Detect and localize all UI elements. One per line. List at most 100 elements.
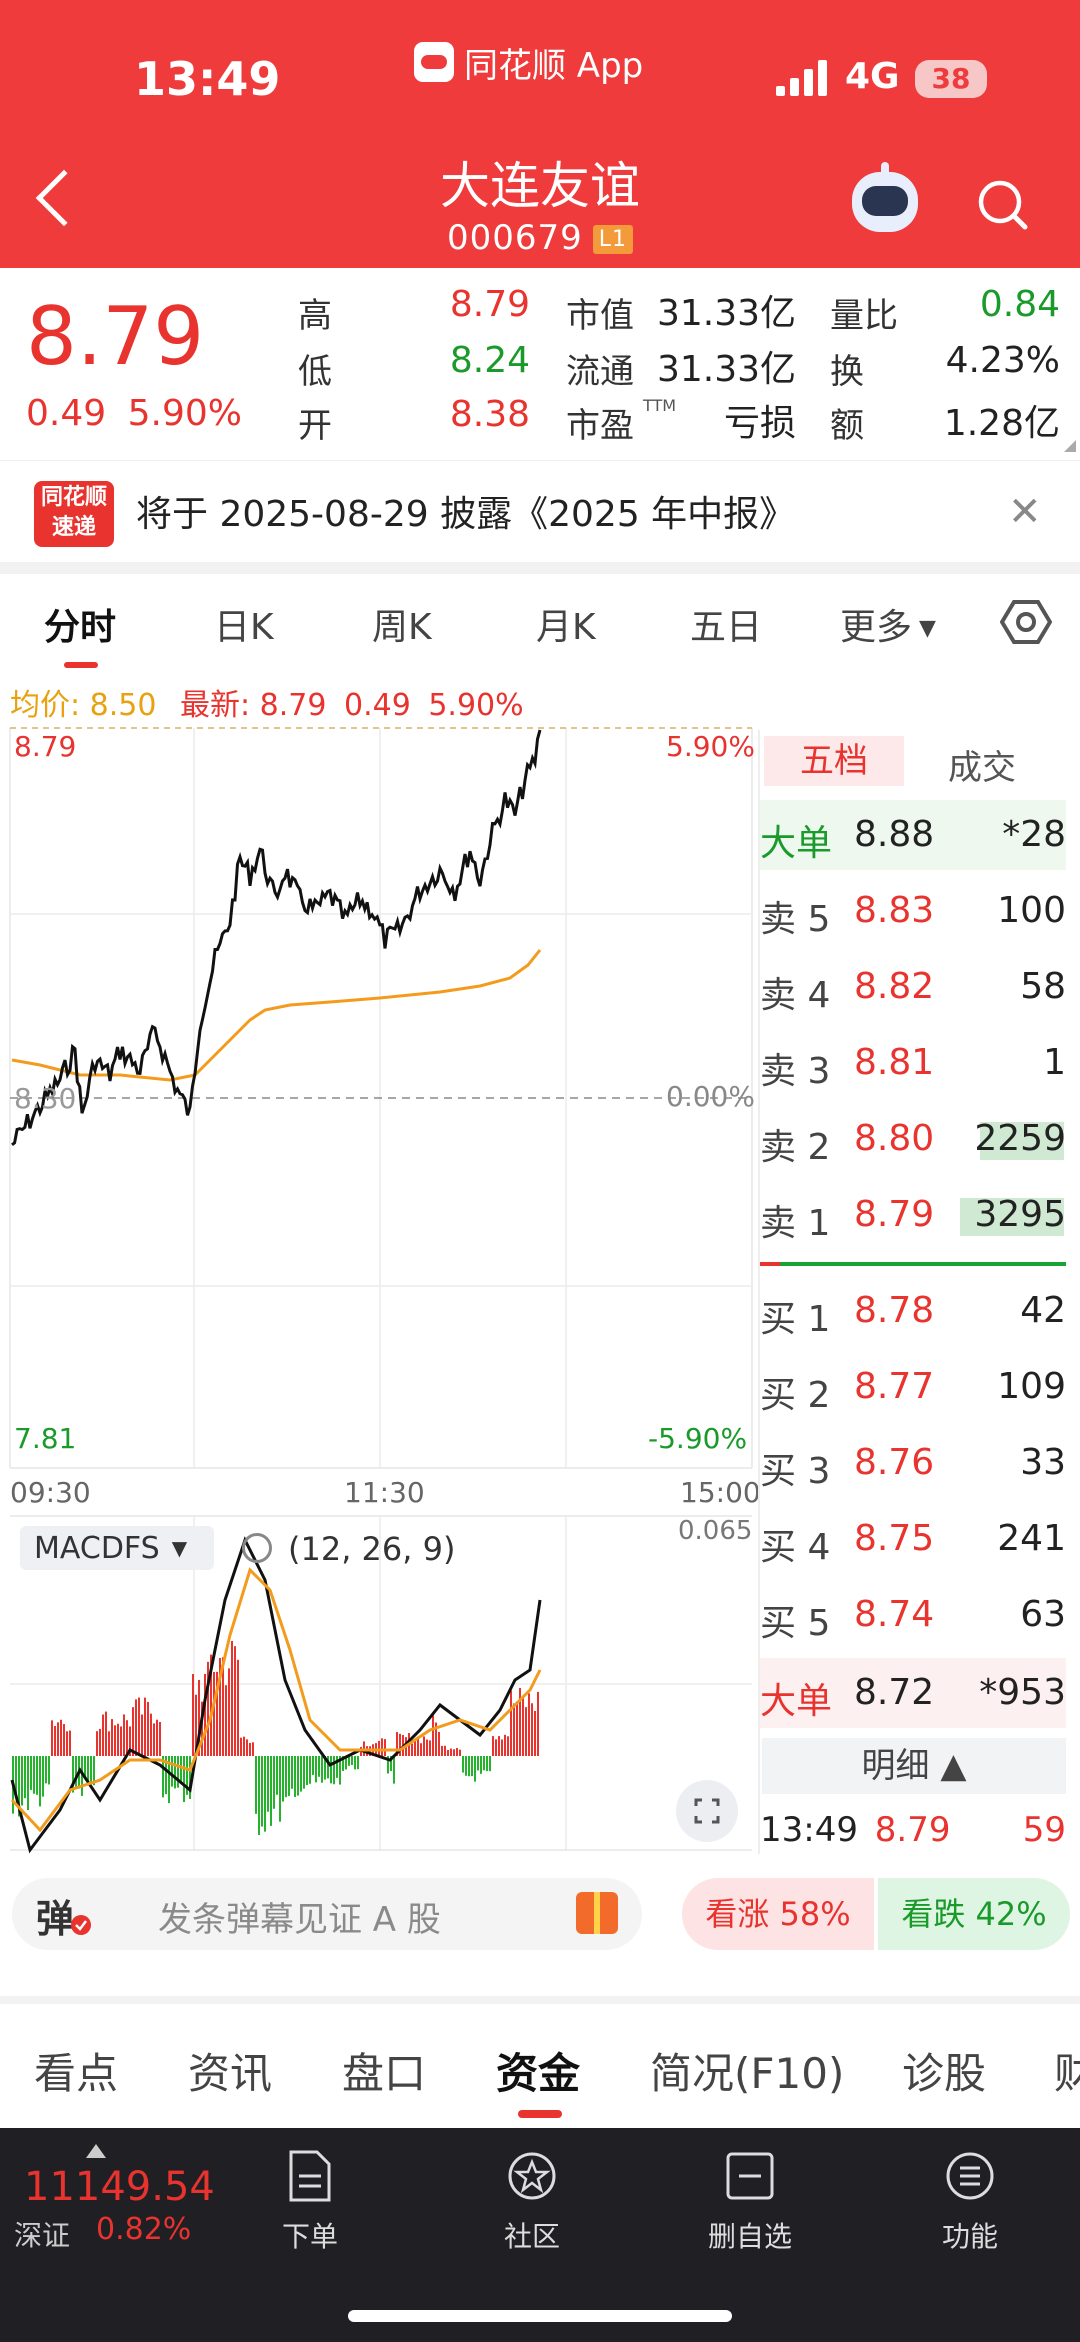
detail-header[interactable]: 明细 ▲ <box>762 1738 1066 1794</box>
tab-news[interactable]: 资讯 <box>188 2040 272 2101</box>
order-book-row[interactable]: 买 5 8.74 63 <box>760 1580 1066 1650</box>
tab-more[interactable]: 更多 ▼ <box>840 598 936 650</box>
macd-bar <box>30 1756 32 1790</box>
macd-bar <box>453 1749 455 1756</box>
macd-bar <box>498 1736 500 1756</box>
quote-value: 8.79 <box>449 284 530 325</box>
macd-bar <box>33 1756 35 1794</box>
close-icon[interactable]: ✕ <box>1008 489 1042 535</box>
order-book-row[interactable]: 卖 4 8.82 58 <box>760 952 1066 1022</box>
quote-value: 31.33亿 <box>656 349 796 390</box>
community-icon <box>508 2152 556 2200</box>
order-level-price: 8.74 <box>854 1594 935 1635</box>
price-line <box>11 729 542 1146</box>
order-book-row[interactable]: 买 2 8.77 109 <box>760 1352 1066 1422</box>
order-book-row[interactable]: 卖 1 8.79 3295 <box>760 1180 1066 1250</box>
tab-intraday[interactable]: 分时 <box>44 598 116 650</box>
expand-up-icon[interactable] <box>86 2144 106 2158</box>
index-value[interactable]: 11149.54 <box>24 2164 215 2210</box>
tab-weekly-k[interactable]: 周K <box>372 598 432 650</box>
bearish-vote-button[interactable]: 看跌 42% <box>878 1878 1070 1950</box>
status-app-indicator: 同花顺 App <box>414 40 643 86</box>
quote-value: 4.23% <box>945 340 1060 381</box>
tab-diagnosis[interactable]: 诊股 <box>902 2040 986 2101</box>
tab-highlights[interactable]: 看点 <box>34 2040 118 2101</box>
macd-bar <box>351 1756 353 1766</box>
change-percent: 5.90% <box>127 393 242 434</box>
info-icon[interactable] <box>242 1533 272 1563</box>
tab-f10[interactable]: 简况(F10) <box>650 2040 844 2101</box>
macd-bar <box>69 1730 71 1756</box>
home-indicator <box>348 2310 732 2322</box>
tab-daily-k[interactable]: 日K <box>214 598 274 650</box>
tab-order-book[interactable]: 盘口 <box>342 2040 426 2101</box>
battery-icon: 38 <box>915 60 987 98</box>
order-level-label: 买 1 <box>760 1299 831 1340</box>
macd-indicator-select[interactable]: MACDFS ▼ <box>20 1526 214 1570</box>
section-divider <box>0 562 1080 574</box>
header-bar: 13:49 同花顺 App 4G 38 大连友谊 000679 L1 <box>0 0 1080 268</box>
expand-corner-icon[interactable] <box>1064 440 1076 452</box>
fullscreen-icon[interactable] <box>676 1780 738 1842</box>
order-level-label: 卖 5 <box>760 899 831 940</box>
macd-bar <box>231 1640 233 1756</box>
tab-deals[interactable]: 成交 <box>948 740 1016 789</box>
intraday-chart[interactable] <box>0 720 758 1856</box>
order-book-row[interactable]: 卖 2 8.80 2259 <box>760 1104 1066 1174</box>
macd-bar <box>465 1756 467 1776</box>
settings-icon[interactable] <box>1000 596 1052 648</box>
nav-functions-label: 功能 <box>941 2220 998 2253</box>
nav-community[interactable]: 社区 <box>462 2142 602 2272</box>
gift-icon[interactable] <box>576 1892 618 1934</box>
menu-icon <box>946 2152 994 2200</box>
macd-bar <box>45 1756 47 1784</box>
tab-finance[interactable]: 财 <box>1054 2040 1080 2101</box>
order-level-label: 卖 3 <box>760 1051 831 1092</box>
macd-bar <box>57 1722 59 1756</box>
macd-bar <box>108 1731 110 1756</box>
quote-label: 额 <box>830 406 864 446</box>
macd-bar <box>450 1748 452 1756</box>
tab-five-day[interactable]: 五日 <box>690 598 762 650</box>
macd-bar <box>318 1756 320 1777</box>
macd-bar <box>378 1740 380 1756</box>
tab-monthly-k[interactable]: 月K <box>536 598 596 650</box>
order-level-label: 卖 2 <box>760 1127 831 1168</box>
macd-bar <box>492 1736 494 1756</box>
order-level-volume: 241 <box>997 1518 1066 1559</box>
order-level-price: 8.80 <box>854 1118 935 1159</box>
nav-order[interactable]: 下单 <box>240 2142 380 2272</box>
order-book-row[interactable]: 买 3 8.76 33 <box>760 1428 1066 1498</box>
bullish-vote-button[interactable]: 看涨 58% <box>682 1878 874 1950</box>
macd-bar <box>384 1739 386 1756</box>
order-icon <box>289 2150 331 2202</box>
order-book-row[interactable]: 卖 3 8.81 1 <box>760 1028 1066 1098</box>
macd-bar <box>495 1739 497 1756</box>
avg-price-label: 均价: 8.50 <box>10 688 157 723</box>
order-book-row[interactable]: 卖 5 8.83 100 <box>760 876 1066 946</box>
logo-text-bottom: 速递 <box>51 515 96 540</box>
macd-bar <box>468 1756 470 1777</box>
macd-bar <box>123 1714 125 1756</box>
order-level-label: 买 5 <box>760 1603 831 1644</box>
order-book-row[interactable]: 买 4 8.75 241 <box>760 1504 1066 1574</box>
order-book-row[interactable]: 大单 8.88 *28 <box>760 800 1066 870</box>
current-price: 8.79 <box>26 290 205 383</box>
nav-functions[interactable]: 功能 <box>900 2142 1040 2272</box>
axis-mid-price: 8.30 <box>14 1082 77 1115</box>
order-book-row[interactable]: 大单 8.72 *953 <box>760 1658 1066 1728</box>
search-icon[interactable] <box>976 178 1028 230</box>
macd-bar <box>213 1671 215 1756</box>
order-book-row[interactable]: 买 1 8.78 42 <box>760 1276 1066 1346</box>
order-level-volume: 100 <box>997 890 1066 931</box>
nav-remove-watchlist[interactable]: 删自选 <box>680 2142 820 2272</box>
notice-banner[interactable]: 同花顺 速递 将于 2025-08-29 披露《2025 年中报》 ✕ <box>0 460 1080 564</box>
tab-capital[interactable]: 资金 <box>496 2040 580 2101</box>
macd-bar <box>234 1646 236 1756</box>
macd-bar <box>504 1734 506 1756</box>
tab-five-levels[interactable]: 五档 <box>764 736 904 786</box>
order-level-price: 8.72 <box>854 1672 935 1713</box>
assistant-robot-icon[interactable] <box>852 162 918 232</box>
barrage-input[interactable]: 弹 发条弹幕见证 A 股 <box>12 1878 642 1950</box>
average-price-line <box>11 949 542 1082</box>
